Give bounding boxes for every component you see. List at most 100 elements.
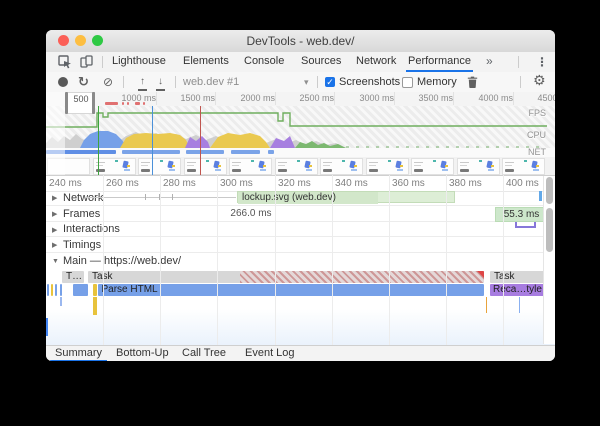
network-tick [145, 194, 146, 200]
memory-checkbox[interactable] [402, 77, 413, 88]
detail-ruler-label: 240 ms [49, 178, 82, 189]
expand-icon[interactable]: ▶ [52, 210, 57, 218]
event-sliver[interactable] [73, 284, 88, 296]
event-sliver[interactable] [60, 284, 63, 296]
frames-track[interactable]: ▶ Frames 266.0 ms 55.3 ms [46, 206, 555, 222]
tab-console[interactable]: Console [242, 52, 286, 70]
task-bar-right[interactable]: Task [490, 271, 546, 283]
screenshot-thumbnail[interactable] [320, 158, 363, 175]
thumb-pill [536, 165, 539, 167]
grid-line [160, 175, 161, 345]
thumb-pill [172, 165, 175, 167]
thumb-dot [206, 160, 209, 162]
screenshots-label[interactable]: Screenshots [339, 76, 400, 88]
fps-lane-label: FPS [528, 108, 546, 118]
window-title: DevTools - web.dev/ [46, 34, 555, 48]
gear-icon[interactable]: ⚙ [533, 73, 546, 87]
recalculate-style-bar[interactable]: Reca…tyle [490, 284, 545, 296]
history-dropdown-icon[interactable]: ▾ [304, 77, 309, 88]
selection-left-handle[interactable] [65, 92, 68, 114]
screenshots-checkbox[interactable]: ✓ [325, 77, 335, 87]
task-bar-short[interactable]: T… [62, 271, 84, 283]
overview-selection[interactable]: 500 [67, 92, 95, 114]
screenshot-thumbnail[interactable] [411, 158, 454, 175]
screenshot-thumbnail[interactable] [184, 158, 227, 175]
tab-elements[interactable]: Elements [181, 52, 231, 70]
expand-icon[interactable]: ▶ [52, 194, 57, 202]
event-sliver[interactable] [51, 284, 53, 296]
history-select[interactable]: web.dev #1 [183, 76, 239, 88]
scrollbar-thumb[interactable] [546, 177, 553, 204]
thumb-pill [533, 169, 539, 171]
tab-performance[interactable]: Performance [406, 52, 473, 72]
event-sliver[interactable] [47, 284, 49, 296]
tab-lighthouse[interactable]: Lighthouse [110, 52, 168, 70]
tab-network[interactable]: Network [354, 52, 398, 70]
screenshot-thumbnail[interactable] [457, 158, 500, 175]
network-request-tick[interactable] [539, 191, 542, 201]
clear-recording-icon[interactable]: ⊘ [103, 75, 113, 89]
event-sliver[interactable] [60, 297, 62, 306]
thumb-text-line [232, 165, 239, 166]
task-bar-long[interactable]: Task [88, 271, 484, 283]
thumb-text-line [187, 162, 196, 163]
overview-ruler-tick [215, 92, 216, 105]
trash-icon[interactable] [467, 76, 478, 88]
selection-right-handle[interactable] [92, 92, 95, 114]
device-toolbar-icon[interactable] [80, 55, 94, 69]
load-profile-icon[interactable]: ↑ [138, 75, 147, 91]
thumb-pill [218, 165, 221, 167]
interactions-track[interactable]: ▶ Interactions [46, 222, 555, 237]
inspect-element-icon[interactable] [58, 55, 72, 69]
flame-row-tasks: T… Task Task [46, 271, 555, 283]
event-sliver[interactable] [486, 297, 487, 313]
collapse-icon[interactable]: ▼ [52, 258, 59, 265]
screenshot-thumbnail[interactable] [366, 158, 409, 175]
save-profile-icon[interactable]: ↓ [156, 75, 165, 91]
bottom-tab-summary[interactable]: Summary [50, 346, 107, 361]
bottom-tab-event-log[interactable]: Event Log [240, 346, 300, 360]
screenshot-thumbnail[interactable] [138, 158, 181, 175]
tab-sources[interactable]: Sources [299, 52, 343, 70]
toolbar-divider-1 [123, 76, 124, 88]
devtools-tab-bar: Lighthouse Elements Console Sources Network P… [46, 52, 555, 73]
event-sliver[interactable] [55, 284, 57, 296]
thumb-dot [388, 160, 391, 162]
screenshot-thumbnail[interactable] [275, 158, 318, 175]
timeline-overview[interactable]: 1000 ms1500 ms2000 ms2500 ms3000 ms3500 … [46, 92, 555, 175]
devtools-window: DevTools - web.dev/ Lighthouse Elements Co… [46, 30, 555, 361]
network-request-bar[interactable]: lockup.svg (web.dev) [237, 191, 455, 203]
parse-html-bar[interactable]: Parse HTML [98, 284, 484, 296]
thumb-dot [251, 160, 254, 162]
detail-ruler-label: 260 ms [106, 178, 139, 189]
thumb-dot [160, 160, 163, 162]
bottom-tab-call-tree[interactable]: Call Tree [177, 346, 231, 360]
reload-and-record-icon[interactable]: ↻ [78, 75, 89, 89]
memory-label[interactable]: Memory [417, 76, 457, 88]
thumb-pill [445, 165, 448, 167]
event-sliver[interactable] [519, 297, 520, 313]
timings-track[interactable]: ▶ Timings [46, 237, 555, 253]
network-tick [172, 194, 173, 200]
overview-ruler-tick [334, 92, 335, 105]
bottom-tab-bottom-up[interactable]: Bottom-Up [111, 346, 174, 360]
net-request-bar [186, 150, 224, 154]
screenshot-thumbnail[interactable] [502, 158, 545, 175]
scrollbar-thumb[interactable] [546, 208, 553, 252]
desktop-background: DevTools - web.dev/ Lighthouse Elements Co… [0, 0, 600, 426]
expand-icon[interactable]: ▶ [52, 226, 57, 234]
event-sliver[interactable] [93, 284, 97, 296]
grid-line [275, 175, 276, 345]
network-track[interactable]: ▶ Network lockup.svg (web.dev) [46, 190, 555, 206]
main-track-header[interactable]: ▼ Main — https://web.dev/ [46, 253, 555, 270]
expand-icon[interactable]: ▶ [52, 241, 57, 249]
devtools-menu-icon[interactable]: ⋮ [536, 55, 548, 69]
thumb-text-line [369, 162, 378, 163]
timeline-scrollbar[interactable] [543, 176, 555, 344]
event-sliver[interactable] [93, 297, 97, 315]
title-bar[interactable]: DevTools - web.dev/ [46, 30, 555, 53]
thumb-dot [524, 160, 527, 162]
record-button[interactable] [58, 77, 68, 87]
more-tabs-icon[interactable]: » [486, 54, 493, 68]
screenshot-thumbnail[interactable] [229, 158, 272, 175]
